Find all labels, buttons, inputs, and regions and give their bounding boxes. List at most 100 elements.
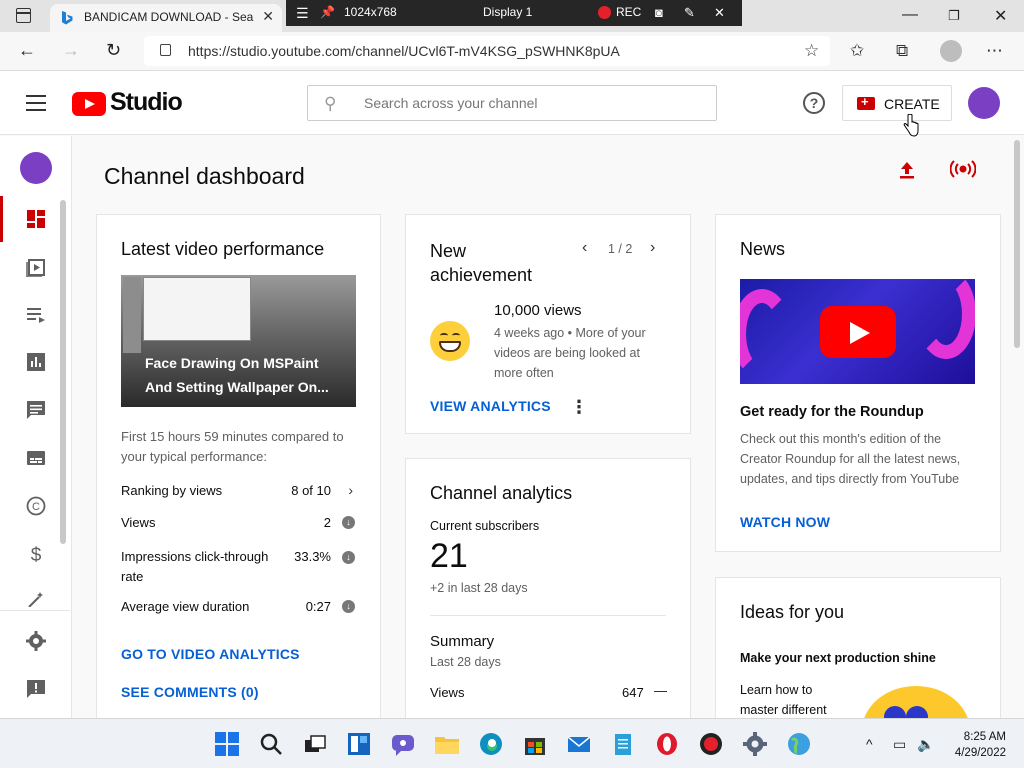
create-video-icon [857, 94, 875, 110]
settings-gear-icon[interactable] [742, 731, 768, 757]
forward-icon[interactable]: → [62, 40, 80, 61]
news-image[interactable] [740, 279, 975, 384]
perf-row-duration: Average view duration 0:27 ↓ [121, 599, 355, 614]
widgets-icon[interactable] [346, 731, 372, 757]
dashboard-icon [27, 210, 45, 228]
subtitles-icon [27, 451, 45, 465]
chevron-left-icon[interactable]: ‹ [582, 239, 587, 257]
task-view-icon[interactable] [302, 731, 328, 757]
youtube-logo-icon[interactable] [72, 92, 106, 116]
chevron-up-icon[interactable]: ^ [866, 736, 873, 752]
watch-now-link[interactable]: WATCH NOW [740, 514, 830, 530]
perf-label: Impressions click-through rate [121, 549, 269, 584]
edge-browser-icon[interactable] [478, 731, 504, 757]
close-icon[interactable]: ✕ [714, 5, 725, 21]
sidebar-item-customization[interactable] [0, 577, 70, 607]
maps-globe-icon[interactable] [786, 731, 812, 757]
bing-icon [62, 11, 73, 25]
search-icon[interactable] [258, 731, 284, 757]
upload-icon[interactable] [898, 160, 916, 180]
news-title: News [740, 239, 786, 259]
rec-label[interactable]: REC [616, 5, 641, 19]
tab-actions-icon[interactable] [16, 8, 31, 23]
clock[interactable]: 8:25 AM 4/29/2022 [944, 729, 1006, 761]
mail-icon[interactable] [566, 731, 592, 757]
profile-icon[interactable] [940, 40, 962, 62]
see-comments-link[interactable]: SEE COMMENTS (0) [121, 684, 259, 700]
sidebar-item-settings[interactable] [0, 618, 70, 664]
bandicam-icon[interactable] [698, 731, 724, 757]
browser-tab[interactable]: BANDICAM DOWNLOAD - Search ✕ [50, 4, 282, 32]
video-thumbnail[interactable]: Face Drawing On MSPaint And Setting Wall… [121, 275, 356, 407]
minimize-icon[interactable]: — [902, 6, 918, 24]
achievement-headline: 10,000 views [494, 302, 582, 319]
sidebar-divider [0, 610, 70, 611]
tab-close-icon[interactable]: ✕ [262, 8, 274, 25]
volume-icon[interactable]: 🔈 [917, 736, 934, 753]
playlists-icon [27, 308, 45, 323]
more-vert-icon[interactable]: ⋮ [570, 397, 588, 418]
ideas-illustration [862, 686, 970, 718]
subscribers-label: Current subscribers [430, 519, 540, 533]
sidebar-scrollbar[interactable] [60, 200, 66, 544]
news-headline: Get ready for the Roundup [740, 404, 924, 420]
views-value: 647 [622, 685, 644, 700]
search-icon: ⚲ [324, 94, 337, 113]
main-scrollbar[interactable] [1014, 140, 1020, 348]
video-title: Face Drawing On MSPaint And Setting Wall… [145, 355, 329, 395]
perf-label: Views [121, 515, 156, 530]
network-icon[interactable]: ▭ [893, 736, 906, 753]
help-icon[interactable]: ? [803, 92, 825, 114]
refresh-icon[interactable]: ↻ [106, 40, 121, 61]
record-icon[interactable] [598, 6, 611, 19]
camera-icon[interactable]: ◙ [655, 5, 663, 20]
create-label: CREATE [884, 96, 940, 112]
perf-row-views: Views 2 ↓ [121, 515, 355, 530]
create-button[interactable]: CREATE [842, 85, 952, 121]
search-input[interactable] [364, 95, 694, 111]
view-analytics-link[interactable]: VIEW ANALYTICS [430, 398, 551, 414]
windows-taskbar: ^ ▭ 🔈 8:25 AM 4/29/2022 [0, 718, 1024, 768]
studio-sidebar: C $ [0, 136, 72, 718]
content-icon [26, 259, 45, 277]
pencil-icon[interactable]: ✎ [684, 5, 695, 21]
go-live-icon[interactable] [950, 158, 976, 180]
go-to-video-analytics-link[interactable]: GO TO VIDEO ANALYTICS [121, 646, 300, 662]
windows-start-icon[interactable] [214, 731, 240, 757]
store-icon[interactable] [522, 731, 548, 757]
window-close-icon[interactable]: ✕ [994, 6, 1007, 26]
pin-icon[interactable]: 📌 [320, 5, 335, 19]
back-icon[interactable]: ← [18, 40, 36, 61]
more-menu-icon[interactable]: ⋯ [986, 41, 1003, 61]
studio-logo-text[interactable]: Studio [110, 88, 183, 117]
ideas-title: Ideas for you [740, 602, 845, 622]
hamburger-menu-icon[interactable] [26, 95, 46, 111]
channel-analytics-card: Channel analytics Current subscribers 21… [405, 458, 691, 718]
clock-time: 8:25 AM [963, 731, 1006, 743]
add-favorite-icon[interactable]: ☆ [804, 41, 819, 61]
perf-row-ranking[interactable]: Ranking by views 8 of 10 › [121, 482, 355, 498]
restore-icon[interactable]: ❐ [948, 8, 960, 24]
chevron-right-icon[interactable]: › [650, 239, 655, 257]
analytics-icon [27, 353, 45, 371]
url-field[interactable]: https://studio.youtube.com/channel/UCvl6… [144, 36, 830, 66]
grinning-emoji-icon [430, 321, 470, 361]
file-explorer-icon[interactable] [434, 731, 460, 757]
chevron-right-icon: › [348, 482, 353, 498]
notepad-icon[interactable] [610, 731, 636, 757]
menu-icon[interactable]: ☰ [296, 5, 309, 22]
chat-icon[interactable] [390, 731, 416, 757]
collections-icon[interactable]: ⧉ [896, 41, 908, 61]
clock-date: 4/29/2022 [954, 747, 1006, 759]
ideas-subtitle: Make your next production shine [740, 651, 936, 665]
search-box[interactable]: ⚲ [307, 85, 717, 121]
tab-title: BANDICAM DOWNLOAD - Search [84, 10, 254, 24]
latest-video-card: Latest video performance Face Drawing On… [96, 214, 381, 718]
summary-period: Last 28 days [430, 655, 501, 669]
sidebar-item-feedback[interactable] [0, 666, 70, 712]
favorites-icon[interactable]: ✩ [850, 41, 864, 61]
opera-icon[interactable] [654, 731, 680, 757]
channel-analytics-title: Channel analytics [430, 483, 573, 503]
channel-avatar[interactable] [20, 152, 52, 184]
account-avatar[interactable] [968, 87, 1000, 119]
